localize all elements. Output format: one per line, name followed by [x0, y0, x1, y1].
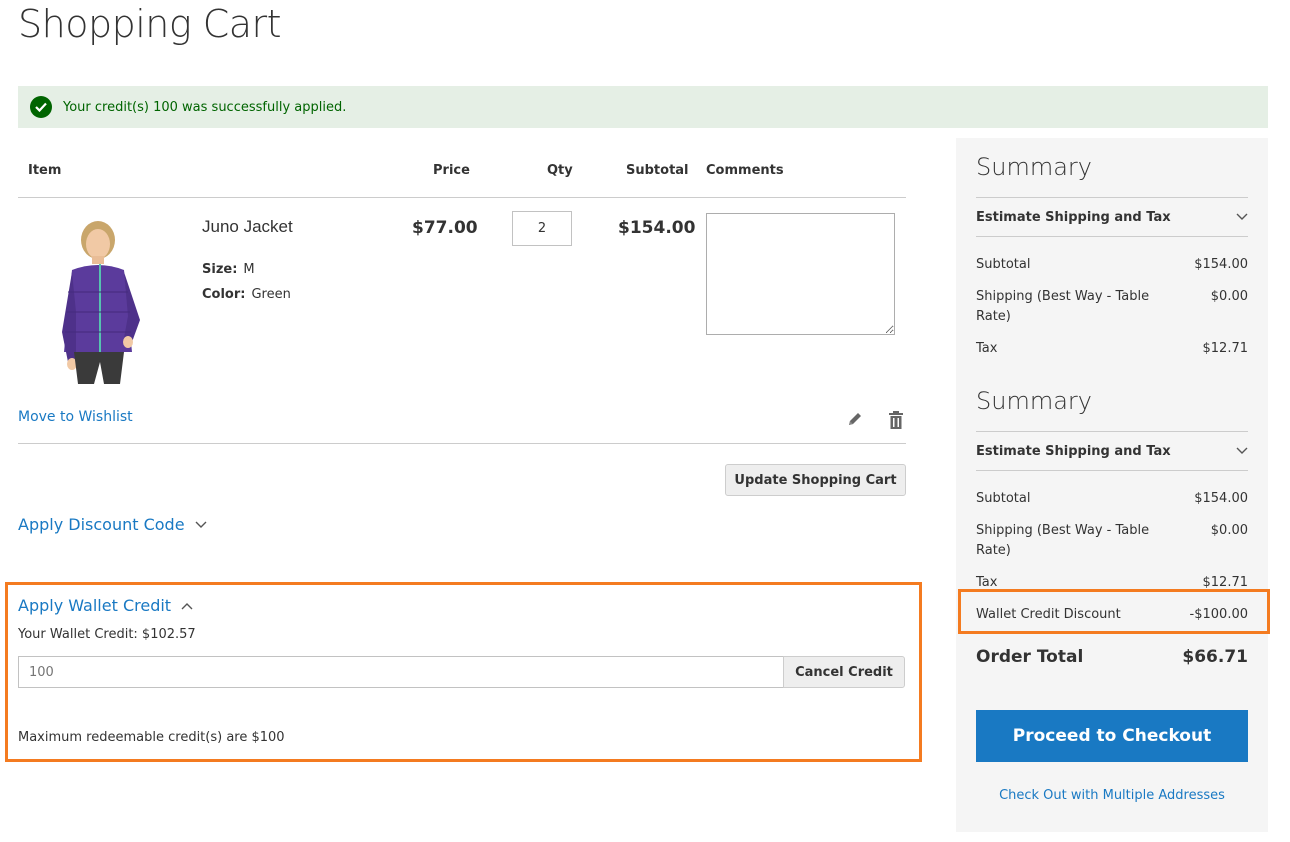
- chevron-up-icon: [181, 602, 193, 609]
- move-to-wishlist-link[interactable]: Move to Wishlist: [18, 409, 133, 425]
- comment-textarea[interactable]: [706, 213, 895, 335]
- summary-tax-row: Tax $12.71: [976, 339, 1248, 359]
- wallet-balance: Your Wallet Credit: $102.57: [18, 627, 196, 642]
- column-header-item: Item: [28, 163, 62, 178]
- option-label: Size:: [202, 262, 238, 277]
- subtotal-value: $154.00: [1194, 491, 1248, 506]
- product-name[interactable]: Juno Jacket: [202, 217, 293, 237]
- column-header-qty: Qty: [547, 163, 573, 178]
- chevron-down-icon: [195, 521, 207, 528]
- check-circle-icon: [30, 96, 52, 118]
- product-option-color: Color: Green: [202, 287, 291, 302]
- item-subtotal: $154.00: [618, 218, 696, 238]
- wallet-discount-label: Wallet Credit Discount: [976, 607, 1121, 622]
- product-option-size: Size: M: [202, 262, 255, 277]
- proceed-to-checkout-button[interactable]: Proceed to Checkout: [976, 710, 1248, 762]
- cancel-credit-button[interactable]: Cancel Credit: [783, 656, 905, 688]
- summary-subtotal-row: Subtotal $154.00: [976, 489, 1248, 509]
- order-total-label: Order Total: [976, 647, 1084, 667]
- summary-subtotal-row: Subtotal $154.00: [976, 255, 1248, 275]
- option-label: Color:: [202, 287, 246, 302]
- page-title: Shopping Cart: [18, 2, 282, 46]
- column-header-comments: Comments: [706, 163, 784, 178]
- summary-shipping-row: Shipping (Best Way - Table Rate) $0.00: [976, 287, 1248, 327]
- trash-icon[interactable]: [887, 410, 905, 430]
- edit-pencil-icon[interactable]: [846, 410, 864, 430]
- shipping-value: $0.00: [1210, 523, 1248, 538]
- order-total-row: Order Total $66.71: [976, 647, 1248, 667]
- chevron-down-icon: [1236, 213, 1248, 220]
- tax-label: Tax: [976, 341, 998, 356]
- summary-title: Summary: [976, 387, 1092, 415]
- update-shopping-cart-button[interactable]: Update Shopping Cart: [725, 464, 906, 496]
- shipping-label: Shipping (Best Way - Table Rate): [976, 523, 1150, 558]
- wallet-title: Apply Wallet Credit: [18, 596, 172, 615]
- tax-value: $12.71: [1202, 341, 1249, 356]
- summary-title: Summary: [976, 153, 1092, 181]
- column-header-subtotal: Subtotal: [626, 163, 689, 178]
- order-total-value: $66.71: [1182, 647, 1248, 667]
- summary-shipping-row: Shipping (Best Way - Table Rate) $0.00: [976, 521, 1248, 561]
- option-value: M: [243, 262, 255, 277]
- summary-wallet-discount-row: Wallet Credit Discount -$100.00: [976, 605, 1248, 625]
- shipping-label: Shipping (Best Way - Table Rate): [976, 289, 1150, 324]
- apply-discount-code-toggle[interactable]: Apply Discount Code: [18, 515, 207, 534]
- estimate-shipping-toggle[interactable]: Estimate Shipping and Tax: [976, 431, 1248, 471]
- estimate-shipping-toggle[interactable]: Estimate Shipping and Tax: [976, 197, 1248, 237]
- divider: [18, 443, 906, 444]
- wallet-discount-value: -$100.00: [1189, 607, 1248, 622]
- qty-input[interactable]: [512, 211, 572, 246]
- shipping-value: $0.00: [1210, 289, 1248, 304]
- success-message: Your credit(s) 100 was successfully appl…: [18, 86, 1268, 128]
- item-price: $77.00: [412, 218, 478, 238]
- success-message-text: Your credit(s) 100 was successfully appl…: [63, 99, 347, 115]
- wallet-credit-input[interactable]: [18, 656, 784, 688]
- estimate-label: Estimate Shipping and Tax: [976, 209, 1171, 225]
- subtotal-label: Subtotal: [976, 257, 1031, 272]
- checkout-multiple-addresses-link[interactable]: Check Out with Multiple Addresses: [999, 788, 1225, 803]
- max-redeemable-note: Maximum redeemable credit(s) are $100: [18, 730, 285, 745]
- multi-address-container: Check Out with Multiple Addresses: [956, 788, 1268, 803]
- option-value: Green: [251, 287, 291, 302]
- subtotal-label: Subtotal: [976, 491, 1031, 506]
- estimate-label: Estimate Shipping and Tax: [976, 443, 1171, 459]
- apply-wallet-credit-toggle[interactable]: Apply Wallet Credit: [18, 596, 193, 615]
- discount-title: Apply Discount Code: [18, 515, 185, 534]
- chevron-down-icon: [1236, 447, 1248, 454]
- product-image[interactable]: [28, 212, 168, 384]
- subtotal-value: $154.00: [1194, 257, 1248, 272]
- divider: [18, 197, 906, 198]
- column-header-price: Price: [433, 163, 470, 178]
